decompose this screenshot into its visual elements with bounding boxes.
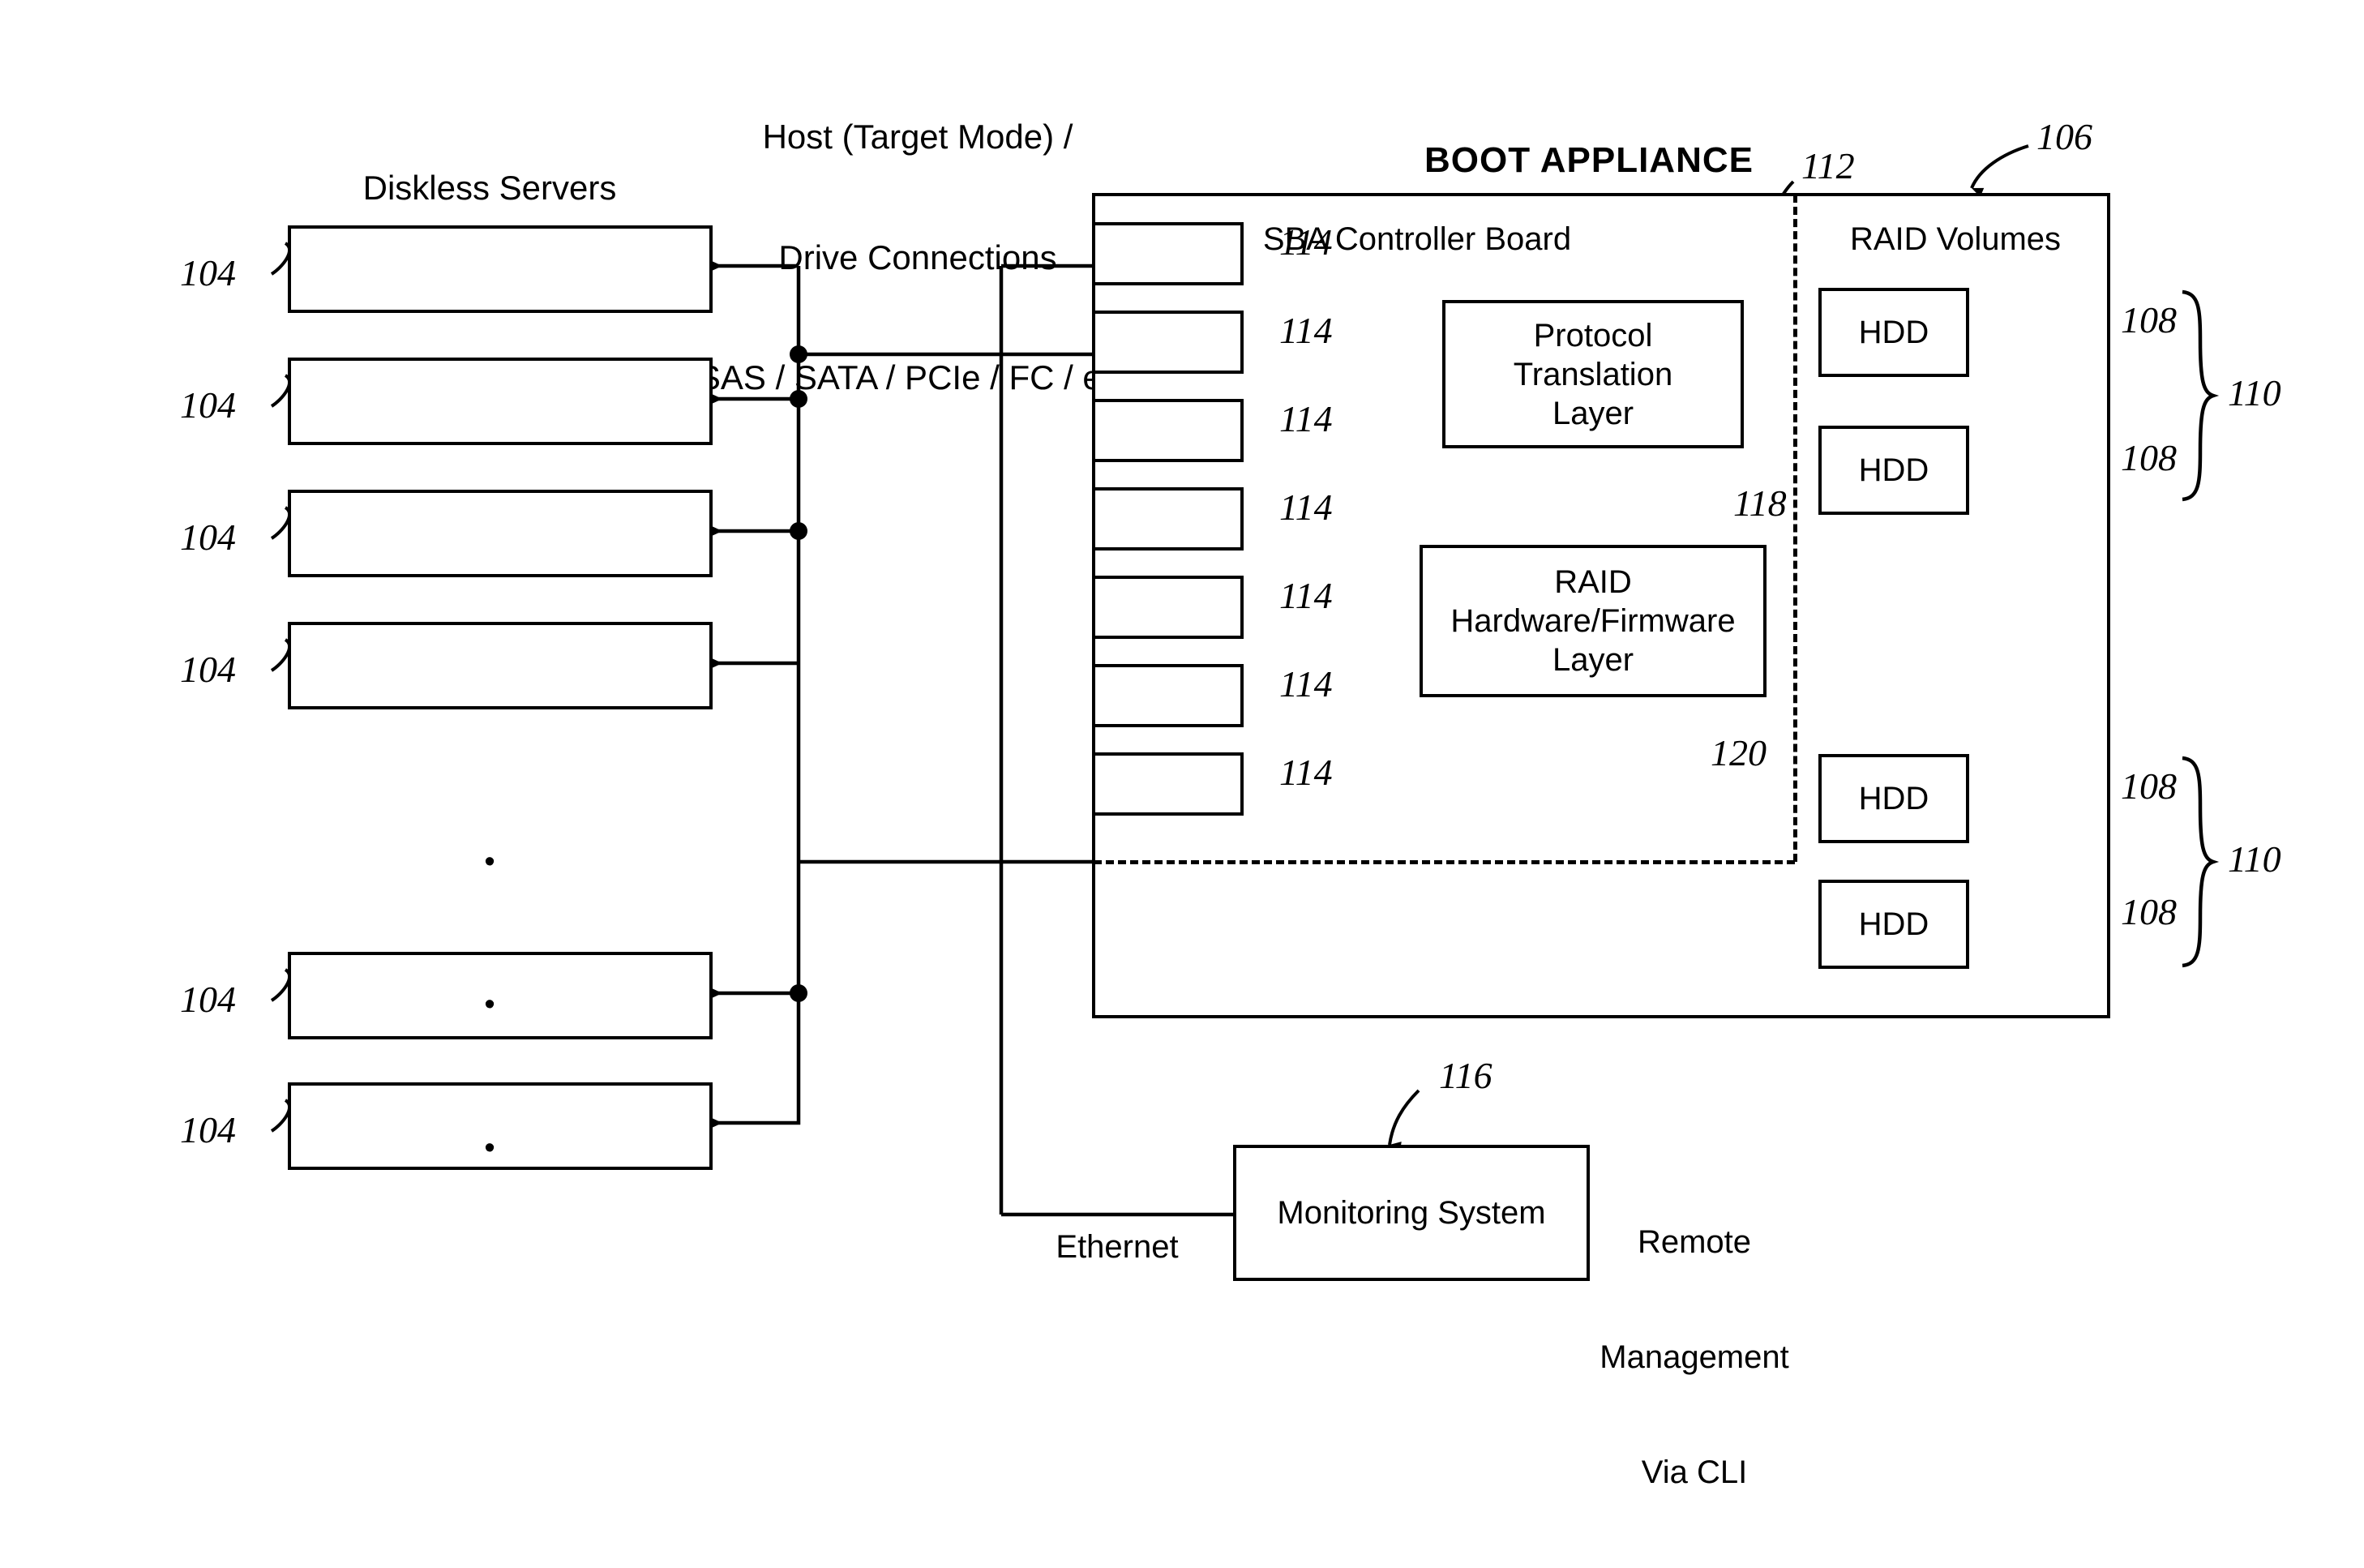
server-box-3[interactable] <box>288 490 713 577</box>
top-caption-line-3: (SAS / SATA / PCIe / FC / etc.) <box>686 358 1150 397</box>
remote-management-line-3: Via CLI <box>1641 1454 1748 1490</box>
remote-management-line-1: Remote <box>1637 1224 1752 1261</box>
server-list-ellipsis: • • • <box>473 743 507 1268</box>
ref-106: 106 <box>2036 116 2092 157</box>
raid-hw-fw-layer-box[interactable]: RAID Hardware/Firmware Layer <box>1420 545 1767 697</box>
protocol-translation-layer-box[interactable]: Protocol Translation Layer <box>1442 300 1744 448</box>
leader-104-2 <box>270 374 292 408</box>
raid-volumes-heading: RAID Volumes <box>1849 221 2062 257</box>
server-box-2[interactable] <box>288 358 713 445</box>
ellipsis-dot-3: • <box>484 1131 495 1166</box>
ref-120: 120 <box>1711 732 1767 773</box>
ethernet-label: Ethernet <box>1056 1229 1179 1265</box>
port-box-6[interactable] <box>1092 664 1244 727</box>
ref-104-4: 104 <box>180 649 236 690</box>
leader-104-1 <box>270 242 292 276</box>
ref-114-5: 114 <box>1279 575 1333 616</box>
ref-108-3: 108 <box>2121 765 2177 807</box>
server-box-1[interactable] <box>288 225 713 313</box>
top-caption: Host (Target Mode) / Drive Connections (… <box>687 36 1149 478</box>
ref-110-1: 110 <box>2228 372 2281 413</box>
hdd-label-1: HDD <box>1858 315 1929 350</box>
raid-hw-fw-layer-label: RAID Hardware/Firmware Layer <box>1450 564 1736 678</box>
hdd-box-3[interactable]: HDD <box>1818 754 1969 843</box>
top-caption-line-2: Drive Connections <box>778 238 1057 276</box>
ref-116: 116 <box>1439 1055 1492 1096</box>
leader-104-5 <box>270 968 292 1002</box>
brace-group <box>2182 289 2220 968</box>
leader-104-4 <box>270 638 292 672</box>
ellipsis-dot-2: • <box>484 987 495 1022</box>
hdd-label-2: HDD <box>1858 452 1929 488</box>
ref-114-6: 114 <box>1279 663 1333 705</box>
brace-110-1 <box>2182 289 2220 502</box>
server-box-4[interactable] <box>288 622 713 709</box>
server-6-link <box>712 993 801 1128</box>
monitoring-system-label: Monitoring System <box>1277 1195 1546 1231</box>
ref-108-4: 108 <box>2121 891 2177 932</box>
sba-region-bottom-divider <box>1094 860 1795 864</box>
patent-figure-canvas: Host (Target Mode) / Drive Connections (… <box>0 0 2364 1490</box>
hdd-box-4[interactable]: HDD <box>1818 880 1969 969</box>
ref-104-6: 104 <box>180 1109 236 1150</box>
ref-104-2: 104 <box>180 384 236 426</box>
remote-management-caption: Remote Management Via CLI <box>1600 1147 1788 1568</box>
ref-104-1: 104 <box>180 252 236 293</box>
leader-104-6 <box>270 1099 292 1133</box>
port-box-4[interactable] <box>1092 487 1244 551</box>
port-box-7[interactable] <box>1092 752 1244 816</box>
ellipsis-dot-1: • <box>484 844 495 879</box>
junction-dot-d <box>790 984 807 1002</box>
port-box-1[interactable] <box>1092 222 1244 285</box>
ref-114-3: 114 <box>1279 398 1333 439</box>
junction-dot-c <box>790 522 807 540</box>
brace-110-2 <box>2182 756 2220 968</box>
ref-114-1: 114 <box>1279 221 1333 263</box>
ref-118: 118 <box>1733 482 1787 524</box>
leader-104-3 <box>270 506 292 540</box>
ref-108-1: 108 <box>2121 299 2177 341</box>
ref-112: 112 <box>1801 145 1855 186</box>
hdd-box-2[interactable]: HDD <box>1818 426 1969 515</box>
monitoring-system-box[interactable]: Monitoring System <box>1233 1145 1590 1281</box>
diskless-servers-heading: Diskless Servers <box>362 169 617 207</box>
top-caption-line-1: Host (Target Mode) / <box>762 118 1073 156</box>
hdd-label-4: HDD <box>1858 906 1929 942</box>
port-box-3[interactable] <box>1092 399 1244 462</box>
hdd-label-3: HDD <box>1858 781 1929 816</box>
port-box-5[interactable] <box>1092 576 1244 639</box>
leader-106 <box>1970 144 2029 197</box>
ref-114-2: 114 <box>1279 310 1333 351</box>
boot-appliance-heading: BOOT APPLIANCE <box>1424 140 1754 180</box>
ref-104-3: 104 <box>180 516 236 558</box>
hdd-box-1[interactable]: HDD <box>1818 288 1969 377</box>
ref-104-5: 104 <box>180 979 236 1020</box>
sba-raid-vertical-divider <box>1793 195 1797 862</box>
ref-114-4: 114 <box>1279 486 1333 528</box>
ref-108-2: 108 <box>2121 437 2177 478</box>
port-box-2[interactable] <box>1092 311 1244 374</box>
protocol-translation-layer-label: Protocol Translation Layer <box>1513 317 1673 431</box>
leader-116 <box>1388 1089 1420 1151</box>
remote-management-line-2: Management <box>1600 1339 1789 1375</box>
ref-114-7: 114 <box>1279 752 1333 793</box>
ref-110-2: 110 <box>2228 838 2281 880</box>
